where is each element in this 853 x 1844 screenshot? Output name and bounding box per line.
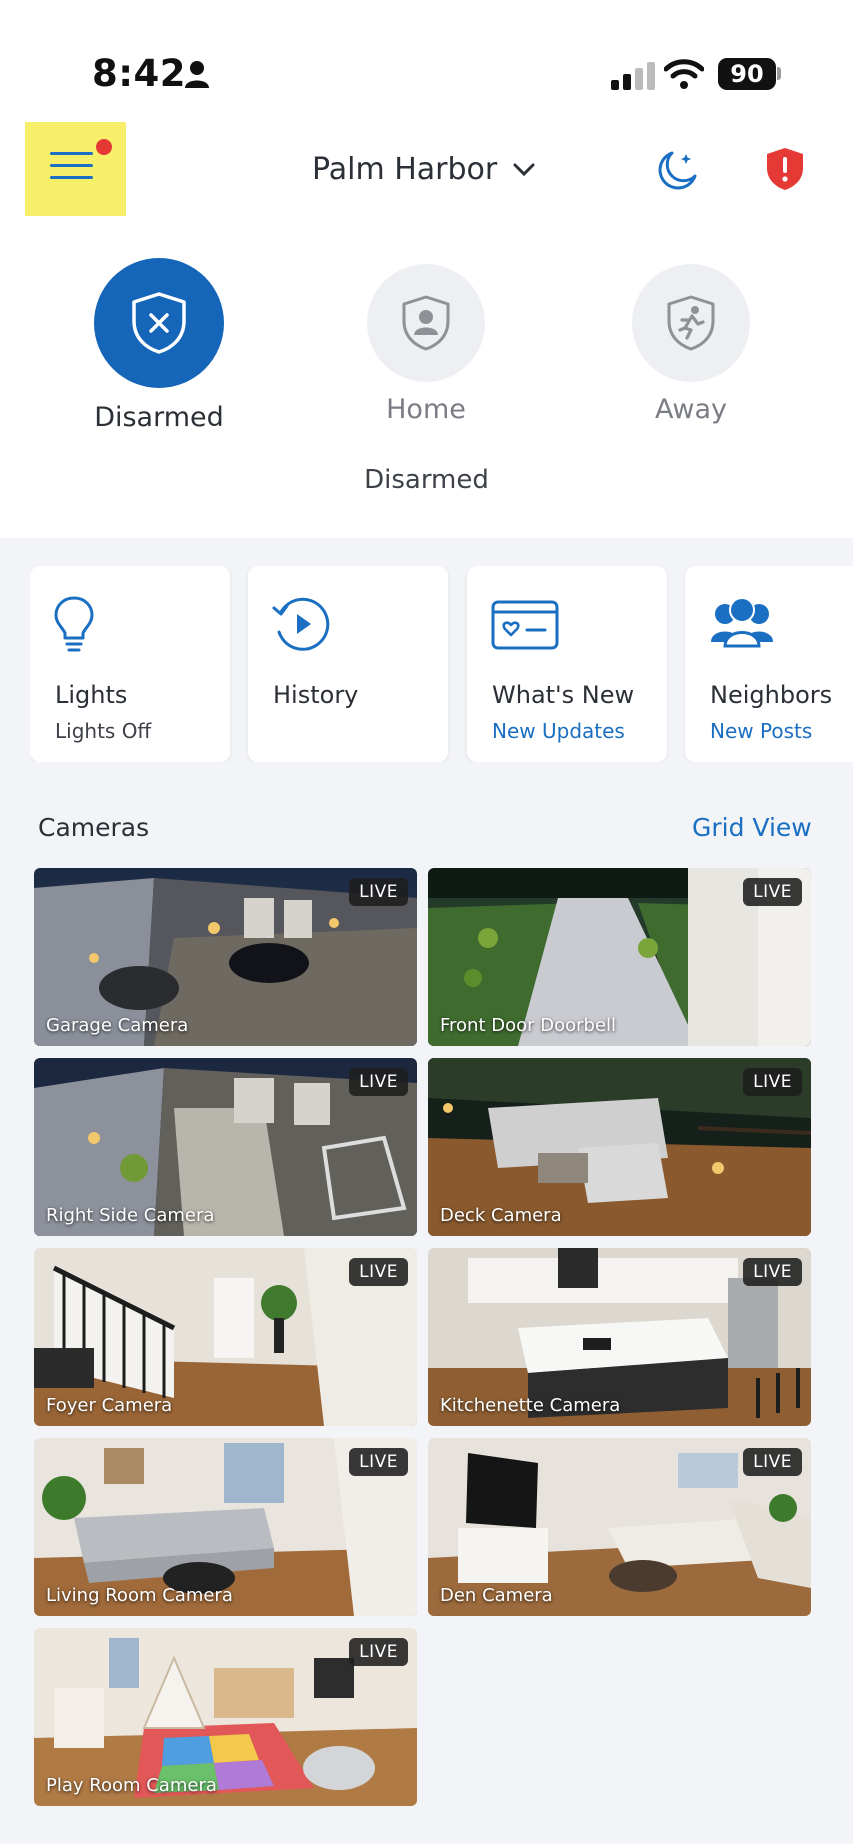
camera-tile-kitchenette[interactable]: LIVE Kitchenette Camera <box>428 1248 811 1426</box>
camera-name: Right Side Camera <box>46 1205 215 1226</box>
menu-button[interactable] <box>25 122 126 216</box>
tile-whats-new[interactable]: What's New New Updates <box>467 566 667 762</box>
battery-tip <box>777 67 781 80</box>
camera-name: Garage Camera <box>46 1015 189 1036</box>
person-icon <box>185 61 209 88</box>
live-badge: LIVE <box>349 1638 408 1666</box>
live-badge: LIVE <box>349 878 408 906</box>
mode-label: Disarmed <box>94 402 224 433</box>
battery-indicator: 90 <box>718 58 776 90</box>
camera-tile-garage[interactable]: LIVE Garage Camera <box>34 868 417 1046</box>
signal-icon <box>611 60 655 90</box>
location-name: Palm Harbor <box>312 152 498 187</box>
camera-tile-play-room[interactable]: LIVE Play Room Camera <box>34 1628 417 1806</box>
camera-name: Foyer Camera <box>46 1395 173 1416</box>
cameras-heading: Cameras <box>38 813 150 842</box>
tile-title: Lights <box>55 681 128 709</box>
away-circle <box>632 264 750 382</box>
hamburger-icon <box>50 152 93 188</box>
history-play-icon <box>272 597 330 651</box>
camera-tile-foyer[interactable]: LIVE Foyer Camera <box>34 1248 417 1426</box>
location-selector[interactable]: Palm Harbor <box>312 152 535 187</box>
tile-neighbors[interactable]: Neighbors New Posts <box>685 566 853 762</box>
mode-status-text: Disarmed <box>364 465 489 495</box>
camera-tile-right-side[interactable]: LIVE Right Side Camera <box>34 1058 417 1236</box>
top-panel: 8:42 90 Palm Harbor Disarmed Home Away D… <box>0 0 853 538</box>
mode-label: Away <box>655 394 727 425</box>
tile-subtitle: Lights Off <box>55 719 152 743</box>
live-badge: LIVE <box>349 1448 408 1476</box>
quick-tiles: Lights Lights Off History What's New New… <box>30 566 853 762</box>
alert-shield-icon[interactable] <box>765 146 805 192</box>
grid-view-link[interactable]: Grid View <box>692 813 812 842</box>
camera-name: Front Door Doorbell <box>440 1015 617 1036</box>
live-badge: LIVE <box>743 1258 802 1286</box>
mode-home-button[interactable]: Home <box>326 258 526 425</box>
tile-history[interactable]: History <box>248 566 448 762</box>
lightbulb-icon <box>54 596 94 652</box>
moon-icon[interactable] <box>654 148 700 194</box>
news-card-icon <box>491 600 559 650</box>
tile-title: History <box>273 681 359 709</box>
tile-subtitle: New Posts <box>710 719 813 743</box>
status-time: 8:42 <box>92 52 187 95</box>
camera-name: Deck Camera <box>440 1205 562 1226</box>
notification-dot <box>96 139 112 155</box>
tile-lights[interactable]: Lights Lights Off <box>30 566 230 762</box>
home-circle <box>367 264 485 382</box>
mode-disarmed-button[interactable]: Disarmed <box>59 258 259 433</box>
neighbors-icon <box>711 597 773 648</box>
mode-away-button[interactable]: Away <box>591 258 791 425</box>
live-badge: LIVE <box>349 1068 408 1096</box>
tile-title: Neighbors <box>710 681 833 709</box>
live-badge: LIVE <box>743 1068 802 1096</box>
camera-tile-living-room[interactable]: LIVE Living Room Camera <box>34 1438 417 1616</box>
camera-name: Living Room Camera <box>46 1585 233 1606</box>
camera-name: Den Camera <box>440 1585 553 1606</box>
mode-label: Home <box>386 394 466 425</box>
disarmed-circle <box>94 258 224 388</box>
camera-tile-deck[interactable]: LIVE Deck Camera <box>428 1058 811 1236</box>
shield-running-icon <box>667 295 715 351</box>
camera-name: Kitchenette Camera <box>440 1395 621 1416</box>
camera-tile-front-door[interactable]: LIVE Front Door Doorbell <box>428 868 811 1046</box>
camera-name: Play Room Camera <box>46 1775 217 1796</box>
live-badge: LIVE <box>349 1258 408 1286</box>
shield-x-icon <box>132 292 186 354</box>
chevron-down-icon <box>513 163 535 176</box>
shield-person-icon <box>402 295 450 351</box>
live-badge: LIVE <box>743 878 802 906</box>
tile-subtitle: New Updates <box>492 719 625 743</box>
live-badge: LIVE <box>743 1448 802 1476</box>
wifi-icon <box>664 59 704 89</box>
tile-title: What's New <box>492 681 635 709</box>
camera-tile-den[interactable]: LIVE Den Camera <box>428 1438 811 1616</box>
